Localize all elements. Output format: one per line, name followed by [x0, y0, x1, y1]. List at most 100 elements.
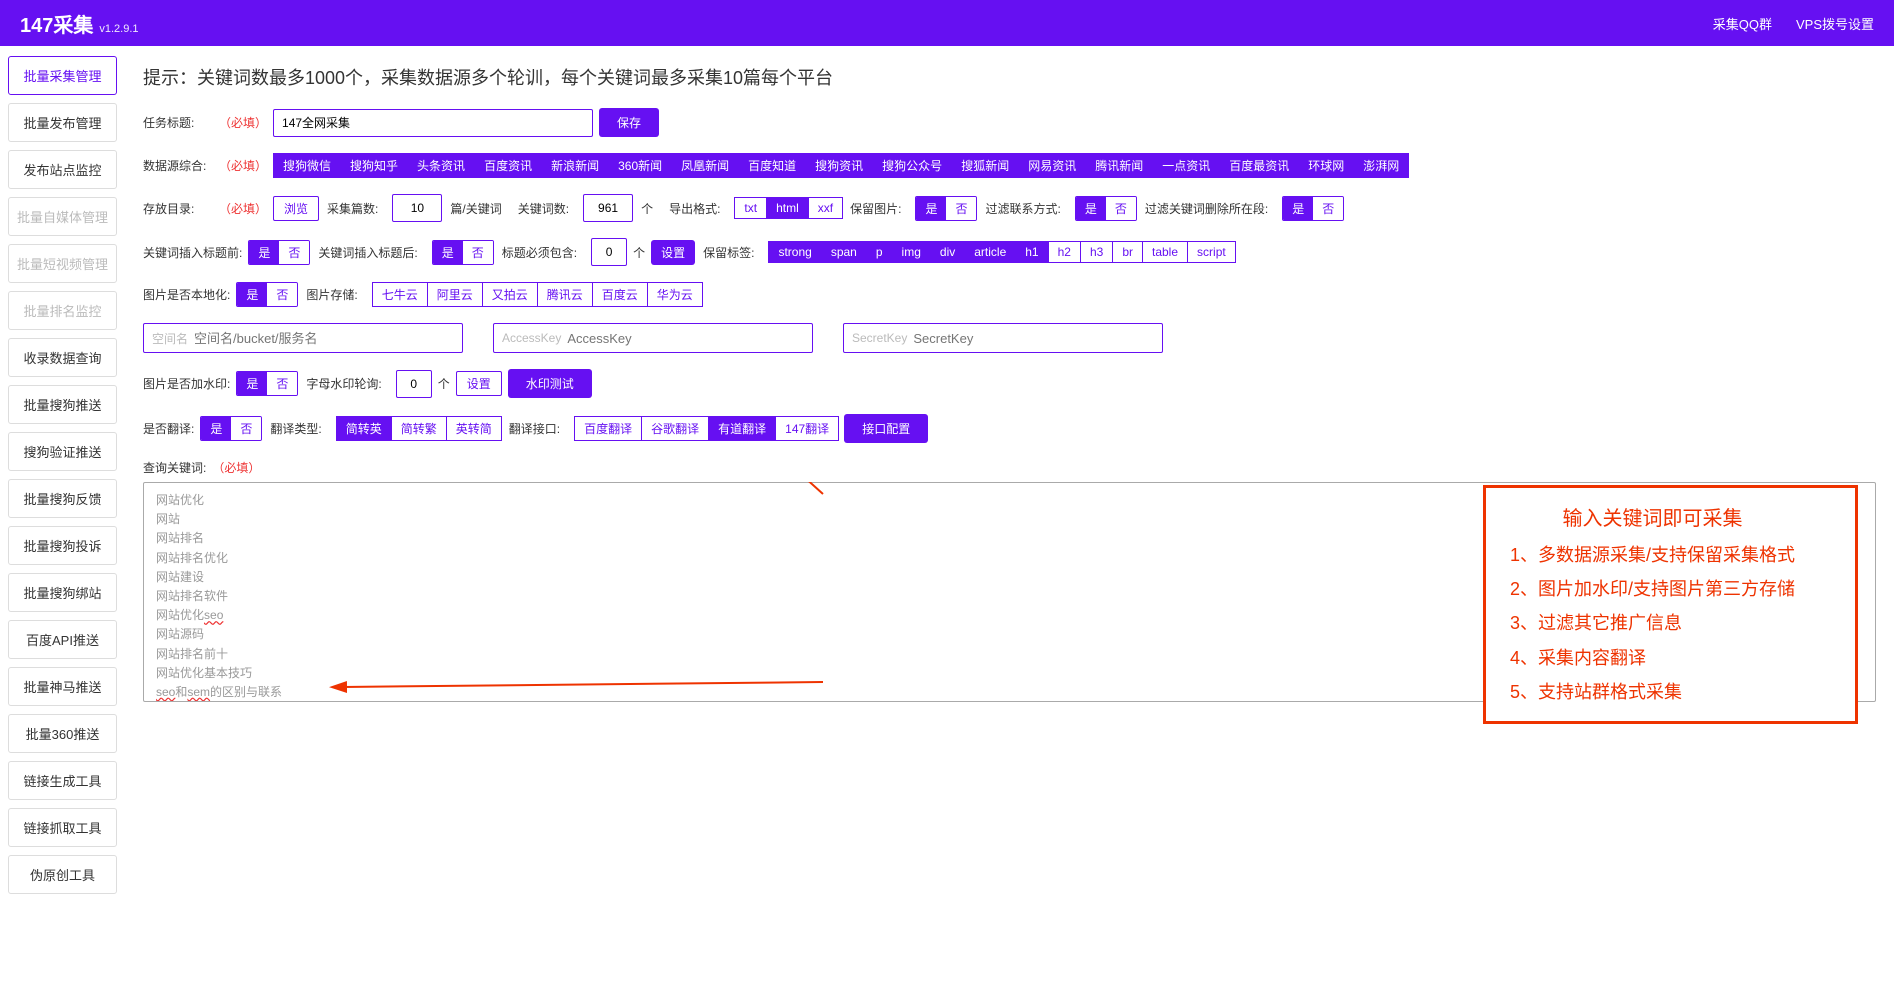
source-opt-13[interactable]: 一点资讯 [1152, 153, 1220, 178]
imgstore-opt-1[interactable]: 阿里云 [427, 282, 483, 307]
sidebar-item-5[interactable]: 批量排名监控 [8, 291, 117, 330]
sidebar-item-7[interactable]: 批量搜狗推送 [8, 385, 117, 424]
water-toggle[interactable]: 是否 [236, 371, 298, 396]
tag-opt-9[interactable]: br [1112, 241, 1143, 263]
tapi-opt-0[interactable]: 百度翻译 [574, 416, 642, 441]
sidebar-item-6[interactable]: 收录数据查询 [8, 338, 117, 377]
tag-opt-7[interactable]: h2 [1048, 241, 1081, 263]
il-no[interactable]: 否 [267, 283, 297, 306]
trans-cfg-button[interactable]: 接口配置 [844, 414, 928, 443]
imgstore-opt-4[interactable]: 百度云 [592, 282, 648, 307]
tapi-opt-2[interactable]: 有道翻译 [708, 416, 776, 441]
tag-opt-0[interactable]: strong [768, 241, 821, 263]
header-link-qq[interactable]: 采集QQ群 [1713, 14, 1772, 33]
sidebar-item-13[interactable]: 批量神马推送 [8, 667, 117, 706]
tag-opt-1[interactable]: span [821, 241, 867, 263]
fk-no[interactable]: 否 [1313, 197, 1343, 220]
imgstore-opt-2[interactable]: 又拍云 [482, 282, 538, 307]
tapi-opt-1[interactable]: 谷歌翻译 [641, 416, 709, 441]
source-opt-4[interactable]: 新浪新闻 [541, 153, 609, 178]
sidebar-item-12[interactable]: 百度API推送 [8, 620, 117, 659]
source-opt-2[interactable]: 头条资讯 [407, 153, 475, 178]
sidebar-item-14[interactable]: 批量360推送 [8, 714, 117, 753]
fc-no[interactable]: 否 [1106, 197, 1136, 220]
keepimg-toggle[interactable]: 是否 [915, 196, 977, 221]
tag-opt-8[interactable]: h3 [1080, 241, 1113, 263]
ttype-opt-2[interactable]: 英转简 [446, 416, 502, 441]
imgstore-opt-5[interactable]: 华为云 [647, 282, 703, 307]
count-input[interactable] [392, 194, 442, 222]
rot-set-button[interactable]: 设置 [456, 371, 502, 396]
imgstore-opt-3[interactable]: 腾讯云 [537, 282, 593, 307]
keepimg-no[interactable]: 否 [946, 197, 976, 220]
sidebar-item-0[interactable]: 批量采集管理 [8, 56, 117, 95]
tag-opt-2[interactable]: p [866, 241, 893, 263]
source-opt-9[interactable]: 搜狗公众号 [872, 153, 952, 178]
trans-toggle[interactable]: 是否 [200, 416, 262, 441]
tag-opt-10[interactable]: table [1142, 241, 1188, 263]
fc-yes[interactable]: 是 [1076, 197, 1106, 220]
imgstore-opt-0[interactable]: 七牛云 [372, 282, 428, 307]
filter-contact-toggle[interactable]: 是否 [1075, 196, 1137, 221]
ttype-opt-1[interactable]: 简转繁 [391, 416, 447, 441]
w-yes[interactable]: 是 [237, 372, 267, 395]
sidebar-item-11[interactable]: 批量搜狗绑站 [8, 573, 117, 612]
source-opt-6[interactable]: 凤凰新闻 [671, 153, 739, 178]
source-opt-7[interactable]: 百度知道 [738, 153, 806, 178]
sidebar-item-4[interactable]: 批量短视频管理 [8, 244, 117, 283]
ttype-opt-0[interactable]: 简转英 [336, 416, 392, 441]
source-opt-16[interactable]: 澎湃网 [1353, 153, 1409, 178]
sk-input[interactable] [913, 331, 1154, 346]
tag-opt-5[interactable]: article [964, 241, 1016, 263]
sidebar-item-16[interactable]: 链接抓取工具 [8, 808, 117, 847]
fk-yes[interactable]: 是 [1283, 197, 1313, 220]
source-opt-1[interactable]: 搜狗知乎 [340, 153, 408, 178]
ib-yes[interactable]: 是 [249, 241, 279, 264]
must-count-input[interactable] [591, 238, 627, 266]
ia-yes[interactable]: 是 [433, 241, 463, 264]
source-opt-14[interactable]: 百度最资讯 [1219, 153, 1299, 178]
t-yes[interactable]: 是 [201, 417, 231, 440]
ia-no[interactable]: 否 [463, 241, 493, 264]
w-no[interactable]: 否 [267, 372, 297, 395]
browse-button[interactable]: 浏览 [273, 196, 319, 221]
sidebar-item-9[interactable]: 批量搜狗反馈 [8, 479, 117, 518]
sidebar-item-8[interactable]: 搜狗验证推送 [8, 432, 117, 471]
sidebar-item-2[interactable]: 发布站点监控 [8, 150, 117, 189]
header-link-vps[interactable]: VPS拨号设置 [1796, 14, 1874, 33]
img-local-toggle[interactable]: 是否 [236, 282, 298, 307]
sidebar-item-10[interactable]: 批量搜狗投诉 [8, 526, 117, 565]
space-input[interactable] [194, 331, 454, 346]
rot-input[interactable] [396, 370, 432, 398]
water-test-button[interactable]: 水印测试 [508, 369, 592, 398]
must-set-button[interactable]: 设置 [651, 240, 695, 265]
save-button[interactable]: 保存 [599, 108, 659, 137]
filter-kw-toggle[interactable]: 是否 [1282, 196, 1344, 221]
tag-opt-11[interactable]: script [1187, 241, 1236, 263]
source-opt-8[interactable]: 搜狗资讯 [805, 153, 873, 178]
export-opt-0[interactable]: txt [734, 197, 767, 219]
il-yes[interactable]: 是 [237, 283, 267, 306]
source-opt-12[interactable]: 腾讯新闻 [1085, 153, 1153, 178]
kw-count-input[interactable] [583, 194, 633, 222]
tag-opt-4[interactable]: div [930, 241, 965, 263]
source-opt-0[interactable]: 搜狗微信 [273, 153, 341, 178]
source-opt-11[interactable]: 网易资讯 [1018, 153, 1086, 178]
source-opt-5[interactable]: 360新闻 [608, 153, 672, 178]
tag-opt-6[interactable]: h1 [1015, 241, 1048, 263]
source-opt-10[interactable]: 搜狐新闻 [951, 153, 1019, 178]
tapi-opt-3[interactable]: 147翻译 [775, 416, 839, 441]
sidebar-item-1[interactable]: 批量发布管理 [8, 103, 117, 142]
sidebar-item-15[interactable]: 链接生成工具 [8, 761, 117, 800]
export-opt-2[interactable]: xxf [808, 197, 843, 219]
source-opt-15[interactable]: 环球网 [1298, 153, 1354, 178]
ak-input[interactable] [567, 331, 804, 346]
t-no[interactable]: 否 [231, 417, 261, 440]
ib-no[interactable]: 否 [279, 241, 309, 264]
source-opt-3[interactable]: 百度资讯 [474, 153, 542, 178]
insert-after-toggle[interactable]: 是否 [432, 240, 494, 265]
tag-opt-3[interactable]: img [892, 241, 931, 263]
task-title-input[interactable] [273, 109, 593, 137]
sidebar-item-3[interactable]: 批量自媒体管理 [8, 197, 117, 236]
keepimg-yes[interactable]: 是 [916, 197, 946, 220]
